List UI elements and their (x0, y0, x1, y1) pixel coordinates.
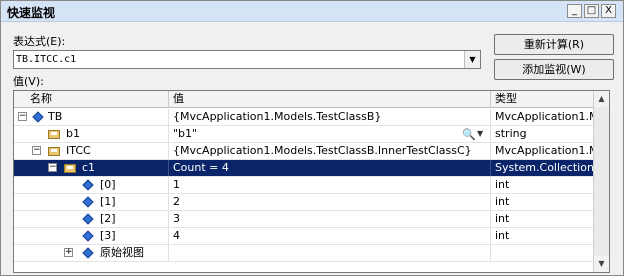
window-title: 快速监视 (7, 6, 56, 20)
value-label: 值(V): (13, 75, 44, 88)
cell-name: [1] (14, 194, 169, 210)
row-name: b1 (66, 127, 80, 140)
table-row[interactable]: + 原始视图 (14, 245, 594, 262)
cell-type: MvcApplication1.M (491, 109, 594, 125)
expand-icon[interactable]: + (64, 248, 73, 257)
diamond-icon (82, 230, 94, 242)
cell-value[interactable]: {MvcApplication1.Models.TestClassB.Inner… (169, 143, 491, 159)
recalculate-button[interactable]: 重新计算(R) (494, 34, 614, 55)
add-watch-button[interactable]: 添加监视(W) (494, 59, 614, 80)
diamond-icon (82, 179, 94, 191)
column-header-type[interactable]: 类型 (491, 91, 594, 108)
diamond-icon (82, 213, 94, 225)
cell-value[interactable]: Count = 4 (169, 160, 491, 176)
chevron-down-icon[interactable]: ▼ (464, 51, 480, 68)
table-row[interactable]: b1 "b1" 🔍 ▼ string (14, 126, 594, 143)
close-button[interactable]: X (601, 4, 616, 18)
table-row[interactable]: [0] 1 int (14, 177, 594, 194)
cell-value[interactable]: 3 (169, 211, 491, 227)
cell-value[interactable]: 1 (169, 177, 491, 193)
cell-type: MvcApplication1.M (491, 143, 594, 159)
table-row[interactable]: − ITCC {MvcApplication1.Models.TestClassB.… (14, 143, 594, 160)
collapse-icon[interactable]: − (32, 146, 41, 155)
cell-name: − c1 (14, 160, 169, 176)
column-header-name[interactable]: 名称 (14, 91, 169, 108)
grid-header: 名称 值 类型 (14, 91, 594, 108)
cell-value[interactable]: {MvcApplication1.Models.TestClassB} (169, 109, 491, 125)
row-name: TB (48, 110, 63, 123)
vertical-scrollbar[interactable]: ▲ ▼ (593, 91, 609, 272)
row-value: "b1" (173, 127, 198, 140)
cell-type: System.Collections (491, 160, 594, 176)
row-value: {MvcApplication1.Models.TestClassB.Inner… (173, 144, 472, 157)
cell-name: − TB (14, 109, 169, 125)
scroll-down-icon[interactable]: ▼ (594, 256, 609, 272)
table-row[interactable]: − TB {MvcApplication1.Models.TestClassB} Mv… (14, 109, 594, 126)
cell-type: int (491, 228, 594, 244)
cell-name: − ITCC (14, 143, 169, 159)
maximize-button[interactable]: □ (584, 4, 599, 18)
cell-type: int (491, 211, 594, 227)
row-value: 3 (173, 212, 180, 225)
visualizer-dropdown-icon[interactable]: ▼ (477, 126, 483, 142)
row-name: [1] (100, 195, 116, 208)
row-name: [2] (100, 212, 116, 225)
cell-value[interactable]: 4 (169, 228, 491, 244)
row-name: ITCC (66, 144, 91, 157)
diamond-icon (82, 196, 94, 208)
diamond-icon (32, 111, 44, 123)
scroll-up-icon[interactable]: ▲ (594, 91, 609, 107)
watch-grid[interactable]: 名称 值 类型 − TB {MvcApplication1.Models.TestC… (13, 90, 610, 273)
quickwatch-window: 快速监视 _ □ X 表达式(E): ▼ 重新计算(R) 添加监视(W) 值(V… (0, 0, 624, 276)
cell-name: b1 (14, 126, 169, 142)
cell-type: int (491, 177, 594, 193)
table-row[interactable]: [3] 4 int (14, 228, 594, 245)
table-row[interactable]: − c1 Count = 4 System.Collections (14, 160, 594, 177)
row-value: 2 (173, 195, 180, 208)
row-value: Count = 4 (173, 161, 229, 174)
title-bar[interactable]: 快速监视 _ □ X (1, 1, 623, 22)
collapse-icon[interactable]: − (18, 112, 27, 121)
column-header-value[interactable]: 值 (169, 91, 491, 108)
table-row[interactable]: [1] 2 int (14, 194, 594, 211)
expression-combobox[interactable]: ▼ (13, 50, 481, 69)
row-value: {MvcApplication1.Models.TestClassB} (173, 110, 382, 123)
row-name: c1 (82, 161, 96, 174)
field-icon (48, 145, 60, 157)
cell-name: [0] (14, 177, 169, 193)
cell-name: [2] (14, 211, 169, 227)
cell-name: + 原始视图 (14, 245, 169, 261)
cell-type: string (491, 126, 594, 142)
table-row[interactable]: [2] 3 int (14, 211, 594, 228)
cell-type: int (491, 194, 594, 210)
field-icon (48, 128, 60, 140)
row-value: 1 (173, 178, 180, 191)
minimize-button[interactable]: _ (567, 4, 582, 18)
field-icon (64, 162, 76, 174)
expression-input[interactable] (16, 52, 462, 67)
collapse-icon[interactable]: − (48, 163, 57, 172)
visualizer-magnifier-icon[interactable]: 🔍 (462, 127, 476, 142)
row-value: 4 (173, 229, 180, 242)
diamond-icon (82, 247, 94, 259)
expression-label: 表达式(E): (13, 35, 66, 48)
row-name: [3] (100, 229, 116, 242)
row-name: 原始视图 (100, 246, 144, 259)
cell-type (491, 245, 594, 261)
row-name: [0] (100, 178, 116, 191)
cell-value[interactable] (169, 245, 491, 261)
cell-name: [3] (14, 228, 169, 244)
cell-value[interactable]: 2 (169, 194, 491, 210)
cell-value[interactable]: "b1" 🔍 ▼ (169, 126, 491, 142)
